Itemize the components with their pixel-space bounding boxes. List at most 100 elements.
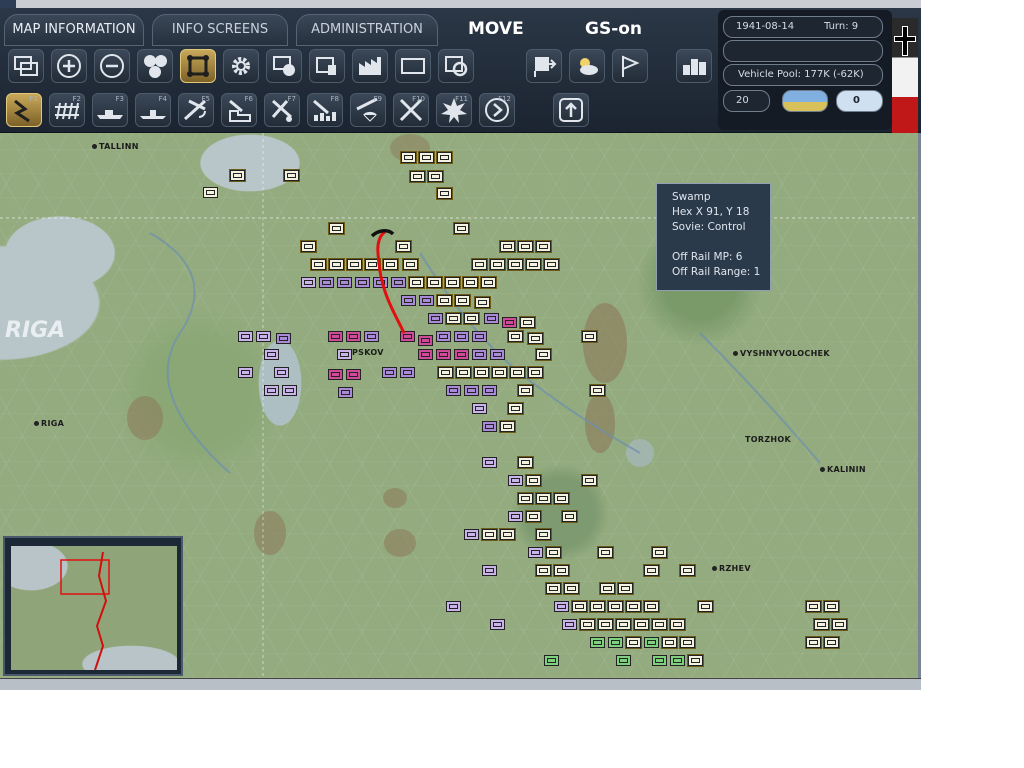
unit-counter[interactable]: [419, 152, 434, 163]
unit-counter[interactable]: [419, 295, 434, 306]
map-scrollbar[interactable]: [918, 133, 921, 678]
unit-counter[interactable]: [544, 259, 559, 270]
unit-counter[interactable]: [475, 297, 490, 308]
unit-frame-button[interactable]: [180, 49, 216, 83]
depot-button[interactable]: [309, 49, 345, 83]
tab-administration[interactable]: ADMINISTRATION: [296, 14, 438, 46]
unit-counter[interactable]: [490, 349, 505, 360]
unit-counter[interactable]: [454, 331, 469, 342]
unit-counter[interactable]: [518, 385, 533, 396]
unit-counter[interactable]: [238, 331, 253, 342]
unit-counter[interactable]: [652, 655, 667, 666]
hex-grid-button[interactable]: [137, 49, 173, 83]
unit-counter[interactable]: [364, 331, 379, 342]
unit-counter[interactable]: [454, 223, 469, 234]
unit-counter[interactable]: [301, 241, 316, 252]
unit-counter[interactable]: [618, 583, 633, 594]
unit-counter[interactable]: [438, 367, 453, 378]
unit-counter[interactable]: [454, 349, 469, 360]
unit-counter[interactable]: [264, 349, 279, 360]
unit-counter[interactable]: [698, 601, 713, 612]
unit-counter[interactable]: [428, 171, 443, 182]
upload-button[interactable]: [553, 93, 589, 127]
unit-counter[interactable]: [508, 511, 523, 522]
unit-counter[interactable]: [616, 655, 631, 666]
naval-transport-button[interactable]: F4: [135, 93, 171, 127]
unit-counter[interactable]: [464, 385, 479, 396]
unit-counter[interactable]: [346, 369, 361, 380]
unit-counter[interactable]: [403, 259, 418, 270]
unit-counter[interactable]: [338, 387, 353, 398]
unit-counter[interactable]: [536, 241, 551, 252]
unit-counter[interactable]: [396, 241, 411, 252]
unit-counter[interactable]: [536, 565, 551, 576]
unit-counter[interactable]: [608, 601, 623, 612]
unit-counter[interactable]: [328, 331, 343, 342]
unit-counter[interactable]: [455, 295, 470, 306]
unit-counter[interactable]: [508, 475, 523, 486]
unit-counter[interactable]: [445, 277, 460, 288]
next-unit-button[interactable]: F12: [479, 93, 515, 127]
unit-counter[interactable]: [238, 367, 253, 378]
unit-counter[interactable]: [482, 457, 497, 468]
unit-counter[interactable]: [474, 367, 489, 378]
unit-counter[interactable]: [490, 619, 505, 630]
unit-counter[interactable]: [427, 277, 442, 288]
unit-counter[interactable]: [346, 331, 361, 342]
unit-counter[interactable]: [528, 547, 543, 558]
paradrop-button[interactable]: F9: [350, 93, 386, 127]
unit-counter[interactable]: [526, 259, 541, 270]
unit-counter[interactable]: [482, 565, 497, 576]
rail-button[interactable]: F2: [49, 93, 85, 127]
unit-counter[interactable]: [446, 601, 461, 612]
unit-counter[interactable]: [230, 170, 245, 181]
unit-counter[interactable]: [337, 349, 352, 360]
unit-counter[interactable]: [518, 493, 533, 504]
unit-counter[interactable]: [644, 601, 659, 612]
unit-counter[interactable]: [418, 335, 433, 346]
explosion-button[interactable]: F11: [436, 93, 472, 127]
unit-counter[interactable]: [562, 619, 577, 630]
unit-counter[interactable]: [520, 317, 535, 328]
gear-button[interactable]: [223, 49, 259, 83]
unit-counter[interactable]: [590, 601, 605, 612]
unit-counter[interactable]: [688, 655, 703, 666]
unit-counter[interactable]: [518, 241, 533, 252]
unit-counter[interactable]: [814, 619, 829, 630]
unit-counter[interactable]: [600, 583, 615, 594]
air-base-button[interactable]: F8: [307, 93, 343, 127]
unit-counter[interactable]: [598, 547, 613, 558]
unit-counter[interactable]: [528, 333, 543, 344]
unit-counter[interactable]: [572, 601, 587, 612]
unit-counter[interactable]: [311, 259, 326, 270]
unit-counter[interactable]: [554, 565, 569, 576]
unit-counter[interactable]: [274, 367, 289, 378]
unit-counter[interactable]: [590, 637, 605, 648]
unit-counter[interactable]: [329, 259, 344, 270]
unit-counter[interactable]: [536, 529, 551, 540]
unit-counter[interactable]: [590, 385, 605, 396]
unit-counter[interactable]: [582, 475, 597, 486]
naval-button[interactable]: F3: [92, 93, 128, 127]
unit-counter[interactable]: [508, 259, 523, 270]
tab-info-screens[interactable]: INFO SCREENS: [152, 14, 288, 46]
unit-counter[interactable]: [616, 619, 631, 630]
unit-counter[interactable]: [644, 637, 659, 648]
factory-button[interactable]: [352, 49, 388, 83]
unit-counter[interactable]: [328, 369, 343, 380]
unit-counter[interactable]: [436, 331, 451, 342]
unit-counter[interactable]: [526, 511, 541, 522]
unit-counter[interactable]: [518, 457, 533, 468]
unit-counter[interactable]: [355, 277, 370, 288]
unit-counter[interactable]: [536, 349, 551, 360]
unit-counter[interactable]: [490, 259, 505, 270]
unit-counter[interactable]: [680, 565, 695, 576]
unit-counter[interactable]: [472, 403, 487, 414]
unit-counter[interactable]: [409, 277, 424, 288]
unit-counter[interactable]: [528, 367, 543, 378]
unit-counter[interactable]: [337, 277, 352, 288]
move-mode-button[interactable]: F1: [6, 93, 42, 127]
unit-counter[interactable]: [401, 152, 416, 163]
unit-counter[interactable]: [437, 188, 452, 199]
unit-counter[interactable]: [373, 277, 388, 288]
